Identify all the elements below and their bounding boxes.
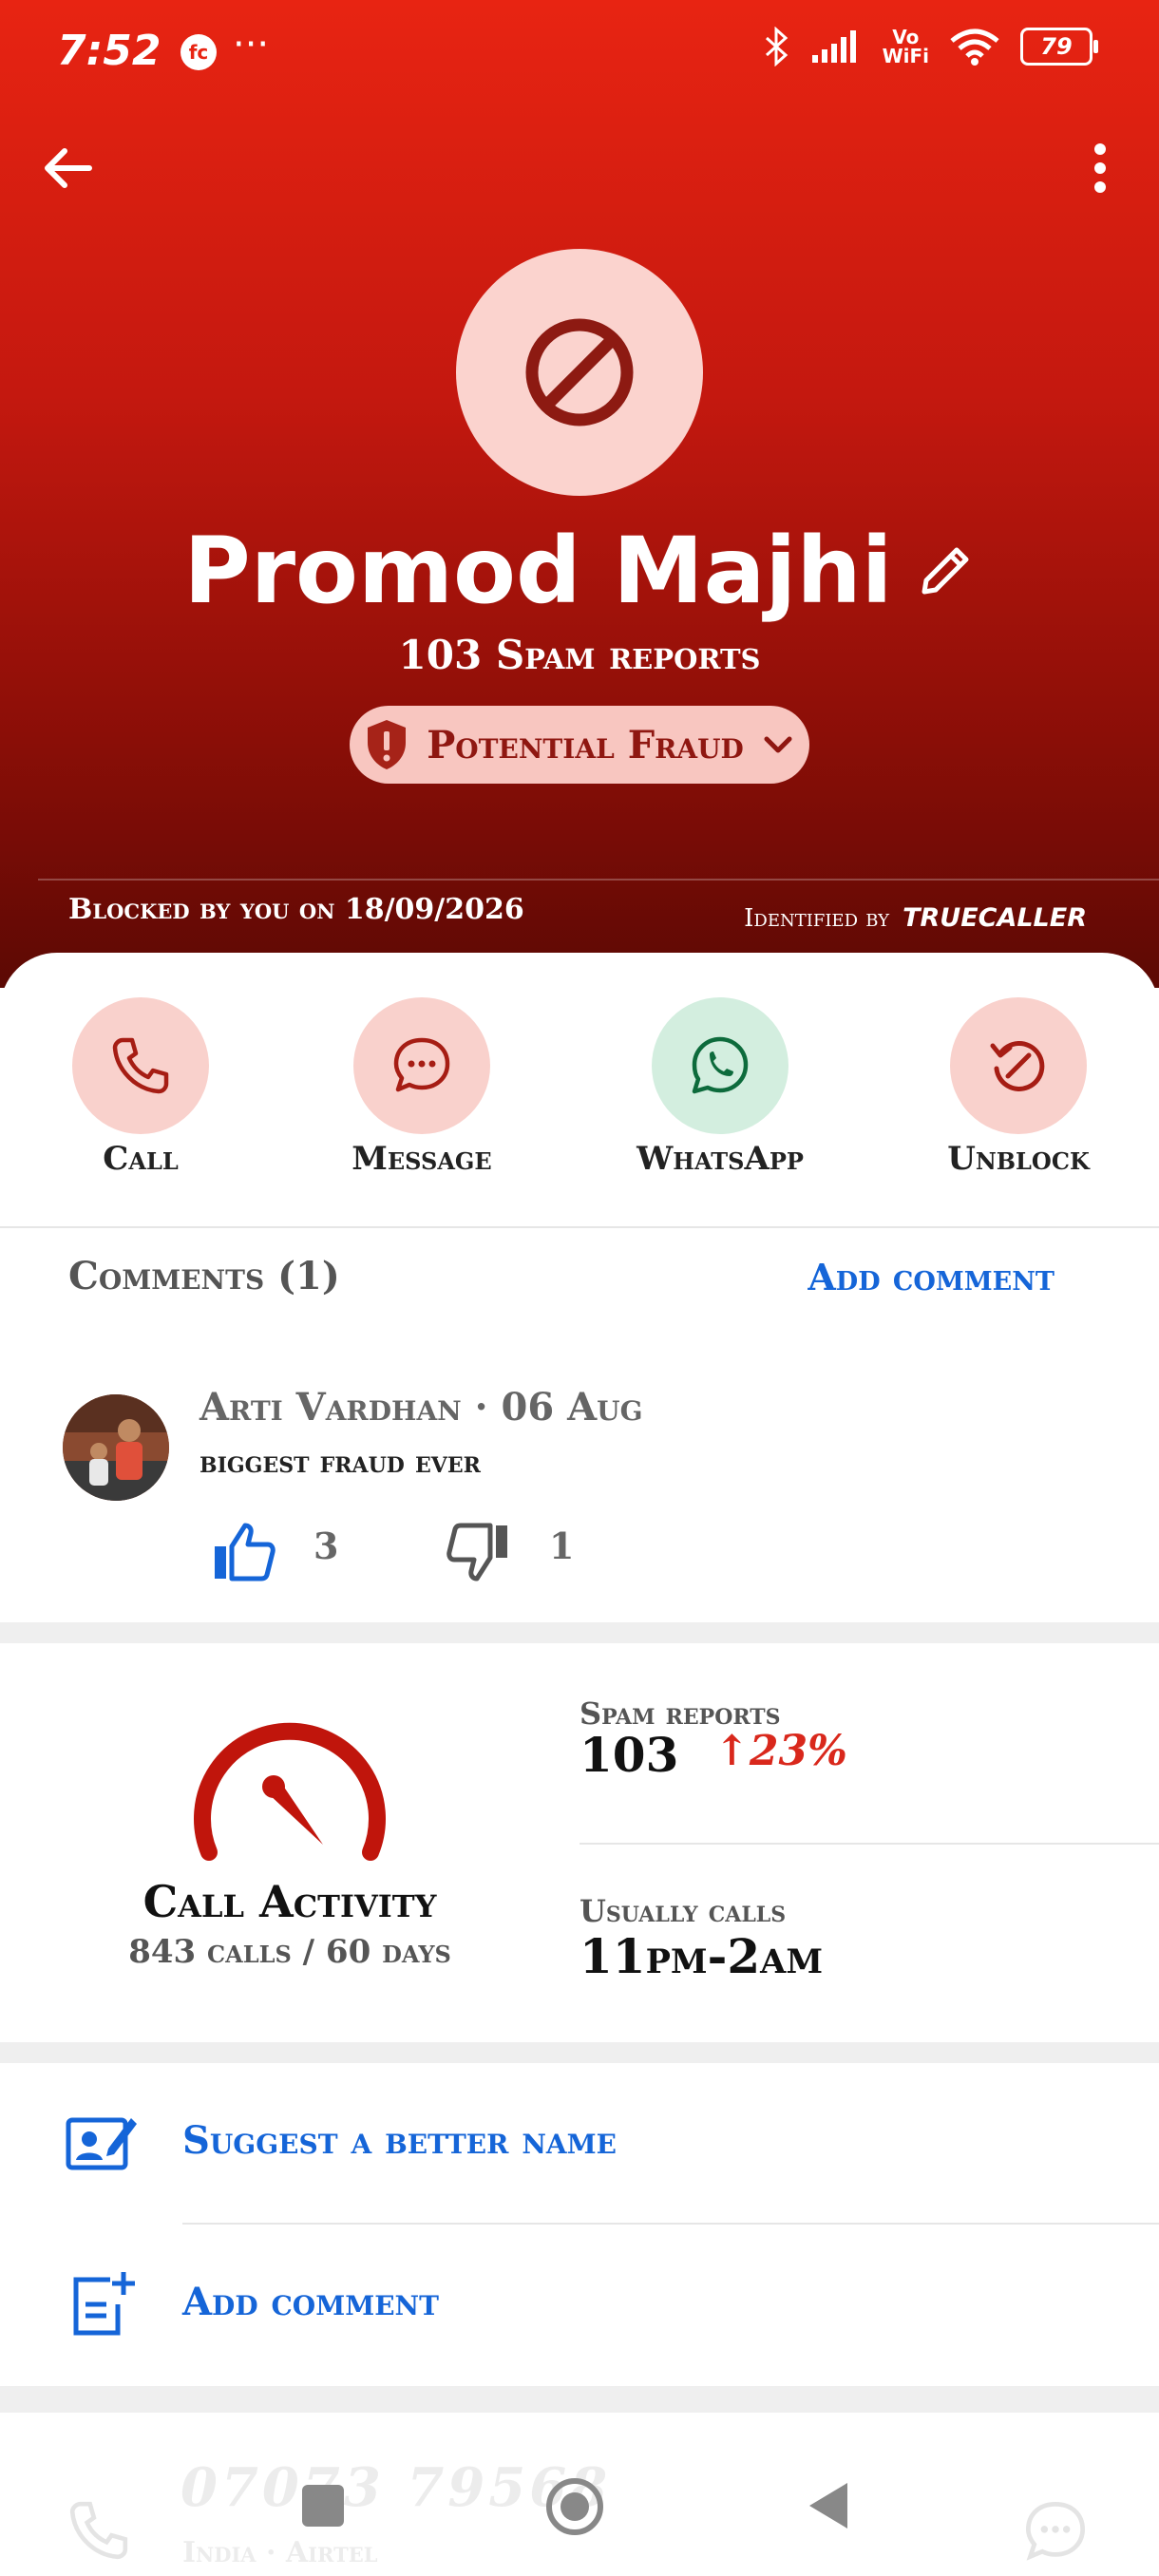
spam-report-count: 103 Spam reports [398,632,761,678]
whatsapp-icon [692,1036,749,1094]
phone-icon[interactable] [66,2498,131,2563]
comment-author: Arti Vardhan · 06 Aug [200,1385,643,1430]
unblock-button[interactable]: Unblock [904,997,1132,1178]
badge-label: Potential Fraud [427,722,744,767]
call-activity-title: Call Activity [142,1876,437,1927]
whatsapp-button[interactable]: WhatsApp [606,997,834,1178]
home-nav-button[interactable] [545,2477,604,2536]
action-row: Call Message WhatsApp Unblock [0,997,1159,1187]
back-nav-button[interactable] [806,2479,853,2532]
whatsapp-label: WhatsApp [636,1140,804,1178]
shield-alert-icon [368,720,407,769]
more-vert-icon[interactable] [1070,138,1130,199]
call-button[interactable]: Call [27,997,255,1178]
section-gap [0,2386,1159,2413]
edit-pencil-icon[interactable] [915,540,976,601]
avatar-photo [63,1394,169,1501]
contact-name: Promod Majhi [183,518,893,624]
usually-calls-value: 11pm-2am [580,1928,824,1984]
divider [182,2223,1159,2225]
call-label: Call [103,1140,179,1178]
block-icon [525,318,634,426]
battery-icon: 79 [1020,28,1098,66]
carrier-info: India · Airtel [182,2536,378,2569]
unblock-icon [990,1040,1045,1091]
notification-fc-icon: fc [180,34,217,70]
recents-nav-button[interactable] [302,2485,344,2527]
status-bar: 7:52 fc ··· Vo WiFi 79 [0,0,1159,104]
section-gap [0,1622,1159,1643]
blocked-info: Blocked by you on 18/09/2026 [68,893,524,926]
suggest-name-icon [66,2117,137,2170]
section-gap [0,2042,1159,2063]
signal-icon [811,30,856,63]
header-divider [38,879,1159,881]
comments-title: Comments (1) [68,1254,340,1298]
blocked-avatar [456,249,703,496]
call-activity-subtitle: 843 calls / 60 days [128,1933,451,1971]
call-activity-gauge-icon [194,1722,386,1861]
back-arrow-icon[interactable] [38,138,99,199]
truecaller-logo: truecaller [902,893,1087,935]
add-comment-row[interactable]: Add comment [182,2280,439,2324]
add-comment-icon [73,2272,135,2336]
message-button[interactable]: Message [308,997,536,1178]
stat-divider [580,1843,1159,1845]
phone-icon [112,1037,169,1094]
usually-calls-label: Usually calls [580,1893,787,1929]
dislike-count: 1 [549,1525,575,1567]
bluetooth-icon [765,27,788,66]
like-count: 3 [314,1525,339,1567]
message-icon [393,1037,450,1092]
thumbs-up-icon[interactable] [209,1518,277,1586]
blocked-date: 18/09/2026 [344,893,524,926]
unblock-label: Unblock [947,1140,1090,1178]
spam-trend: ↑23% [714,1727,847,1775]
chat-icon[interactable] [1022,2498,1089,2565]
potential-fraud-badge[interactable]: Potential Fraud [350,706,809,784]
thumbs-down-icon[interactable] [445,1518,513,1586]
add-comment-link[interactable]: Add comment [808,1256,1054,1298]
status-time: 7:52 [57,27,162,75]
message-label: Message [352,1140,492,1178]
divider [0,1226,1159,1228]
more-notifications-icon: ··· [233,23,270,66]
chevron-down-icon [764,736,792,753]
suggest-name-link[interactable]: Suggest a better name [182,2118,617,2163]
vowifi-icon: Vo WiFi [882,26,929,67]
wifi-icon [950,28,999,66]
commenter-avatar [63,1394,169,1501]
spam-reports-value: 103 [580,1727,679,1783]
identified-by: Identified by truecaller [744,893,1087,935]
comment-text: biggest fraud ever [200,1444,481,1480]
